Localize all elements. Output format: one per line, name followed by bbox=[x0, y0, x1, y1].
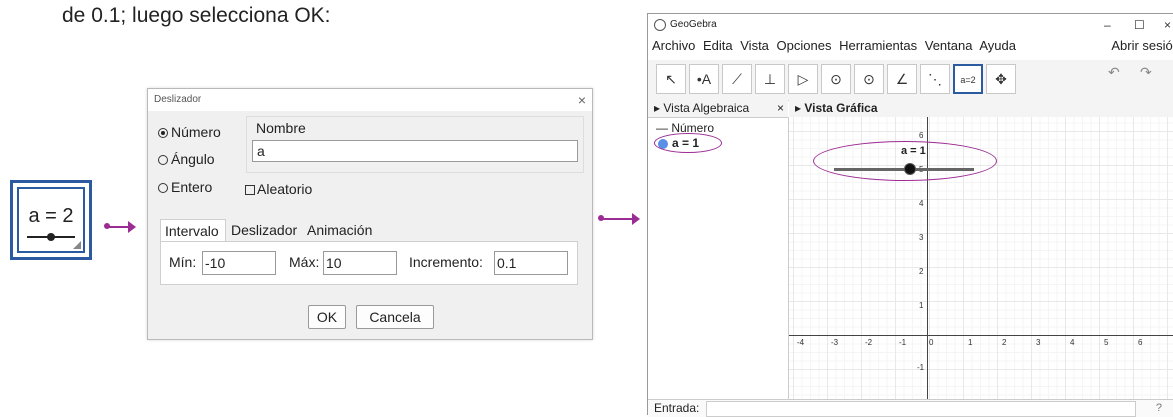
algebra-view-header: ▸ Vista Algebraica × bbox=[648, 100, 788, 118]
menu-ventana[interactable]: Ventana bbox=[925, 38, 973, 53]
sign-in-link[interactable]: Abrir sesión bbox=[1111, 38, 1173, 53]
min-label: Mín: bbox=[169, 254, 197, 270]
highlight-ellipse bbox=[654, 133, 722, 153]
algebra-view-title: Vista Algebraica bbox=[663, 101, 750, 115]
max-label: Máx: bbox=[289, 254, 320, 270]
menu-edita[interactable]: Edita bbox=[703, 38, 733, 53]
slider-tool-icon: a = 2 bbox=[10, 180, 92, 260]
max-input[interactable]: 10 bbox=[323, 251, 397, 275]
slider-dialog: Deslizador × Número Ángulo Entero Nombre… bbox=[147, 88, 593, 340]
name-input[interactable]: a bbox=[252, 140, 578, 162]
radio-angulo[interactable]: Ángulo bbox=[158, 151, 215, 167]
tab-deslizador[interactable]: Deslizador bbox=[227, 219, 303, 242]
increment-label: Incremento: bbox=[409, 254, 483, 270]
minimize-button[interactable]: – bbox=[1104, 14, 1111, 36]
arrow-to-geogebra bbox=[598, 213, 640, 225]
perpendicular-tool-icon[interactable]: ⊥ bbox=[755, 64, 785, 94]
random-checkbox[interactable]: Aleatorio bbox=[245, 181, 312, 197]
interval-panel: Mín: -10 Máx: 10 Incremento: 0.1 bbox=[160, 241, 578, 285]
menu-archivo[interactable]: Archivo bbox=[652, 38, 695, 53]
help-icon[interactable]: ? bbox=[1156, 400, 1162, 417]
toolbar: ↖ •A ⟋ ⊥ ▷ ⊙ ⊙ ∠ ⋱ a=2 ✥ ↶ ↷ bbox=[648, 60, 1173, 101]
maximize-button[interactable]: ☐ bbox=[1134, 14, 1145, 36]
angle-tool-icon[interactable]: ∠ bbox=[887, 64, 917, 94]
conic-tool-icon[interactable]: ⊙ bbox=[854, 64, 884, 94]
input-bar: Entrada: ? bbox=[648, 399, 1173, 417]
slider-tool-icon[interactable]: a=2 bbox=[953, 64, 983, 94]
menu-ayuda[interactable]: Ayuda bbox=[979, 38, 1016, 53]
circle-tool-icon[interactable]: ⊙ bbox=[821, 64, 851, 94]
radio-entero[interactable]: Entero bbox=[158, 179, 212, 195]
redo-icon[interactable]: ↷ bbox=[1140, 64, 1152, 81]
undo-icon[interactable]: ↶ bbox=[1108, 64, 1120, 81]
graphics-view-title: Vista Gráfica bbox=[804, 101, 878, 115]
cancel-button[interactable]: Cancela bbox=[356, 305, 434, 329]
increment-input[interactable]: 0.1 bbox=[494, 251, 568, 275]
menu-bar: Archivo Edita Vista Opciones Herramienta… bbox=[652, 38, 1020, 53]
ok-button[interactable]: OK bbox=[308, 305, 346, 329]
instruction-caption: de 0.1; luego selecciona OK: bbox=[62, 4, 331, 27]
radio-numero[interactable]: Número bbox=[158, 124, 221, 140]
dialog-title: Deslizador bbox=[148, 89, 592, 111]
tab-intervalo[interactable]: Intervalo bbox=[160, 219, 226, 242]
algebra-view: — Número a = 1 bbox=[648, 117, 789, 399]
menu-herramientas[interactable]: Herramientas bbox=[839, 38, 917, 53]
geogebra-window: GeoGebra – ☐ × Archivo Edita Vista Opcio… bbox=[647, 13, 1173, 417]
move-view-tool-icon[interactable]: ✥ bbox=[986, 64, 1016, 94]
menu-vista[interactable]: Vista bbox=[740, 38, 769, 53]
slider-tool-label: a = 2 bbox=[28, 205, 74, 227]
move-tool-icon[interactable]: ↖ bbox=[656, 64, 686, 94]
graphics-view[interactable]: -4 -3 -2 -1 0 1 2 3 4 5 6 6 5 4 3 2 1 -1… bbox=[789, 117, 1173, 399]
menu-opciones[interactable]: Opciones bbox=[777, 38, 832, 53]
collapse-icon[interactable]: ▸ bbox=[795, 101, 801, 115]
arrow-to-dialog bbox=[104, 221, 136, 233]
highlight-ellipse bbox=[813, 141, 997, 181]
close-button[interactable]: × bbox=[1164, 14, 1171, 36]
collapse-icon[interactable]: ▸ bbox=[654, 101, 660, 115]
point-tool-icon[interactable]: •A bbox=[689, 64, 719, 94]
polygon-tool-icon[interactable]: ▷ bbox=[788, 64, 818, 94]
graphics-view-header: ▸ Vista Gráfica bbox=[789, 100, 1173, 118]
name-label: Nombre bbox=[256, 120, 306, 136]
reflect-tool-icon[interactable]: ⋱ bbox=[920, 64, 950, 94]
dialog-close-icon[interactable]: × bbox=[578, 89, 586, 111]
line-tool-icon[interactable]: ⟋ bbox=[722, 64, 752, 94]
input-label: Entrada: bbox=[654, 401, 700, 415]
min-input[interactable]: -10 bbox=[202, 251, 276, 275]
window-title: GeoGebra bbox=[670, 19, 717, 30]
close-view-icon[interactable]: × bbox=[777, 100, 784, 117]
tab-animacion[interactable]: Animación bbox=[303, 219, 383, 242]
